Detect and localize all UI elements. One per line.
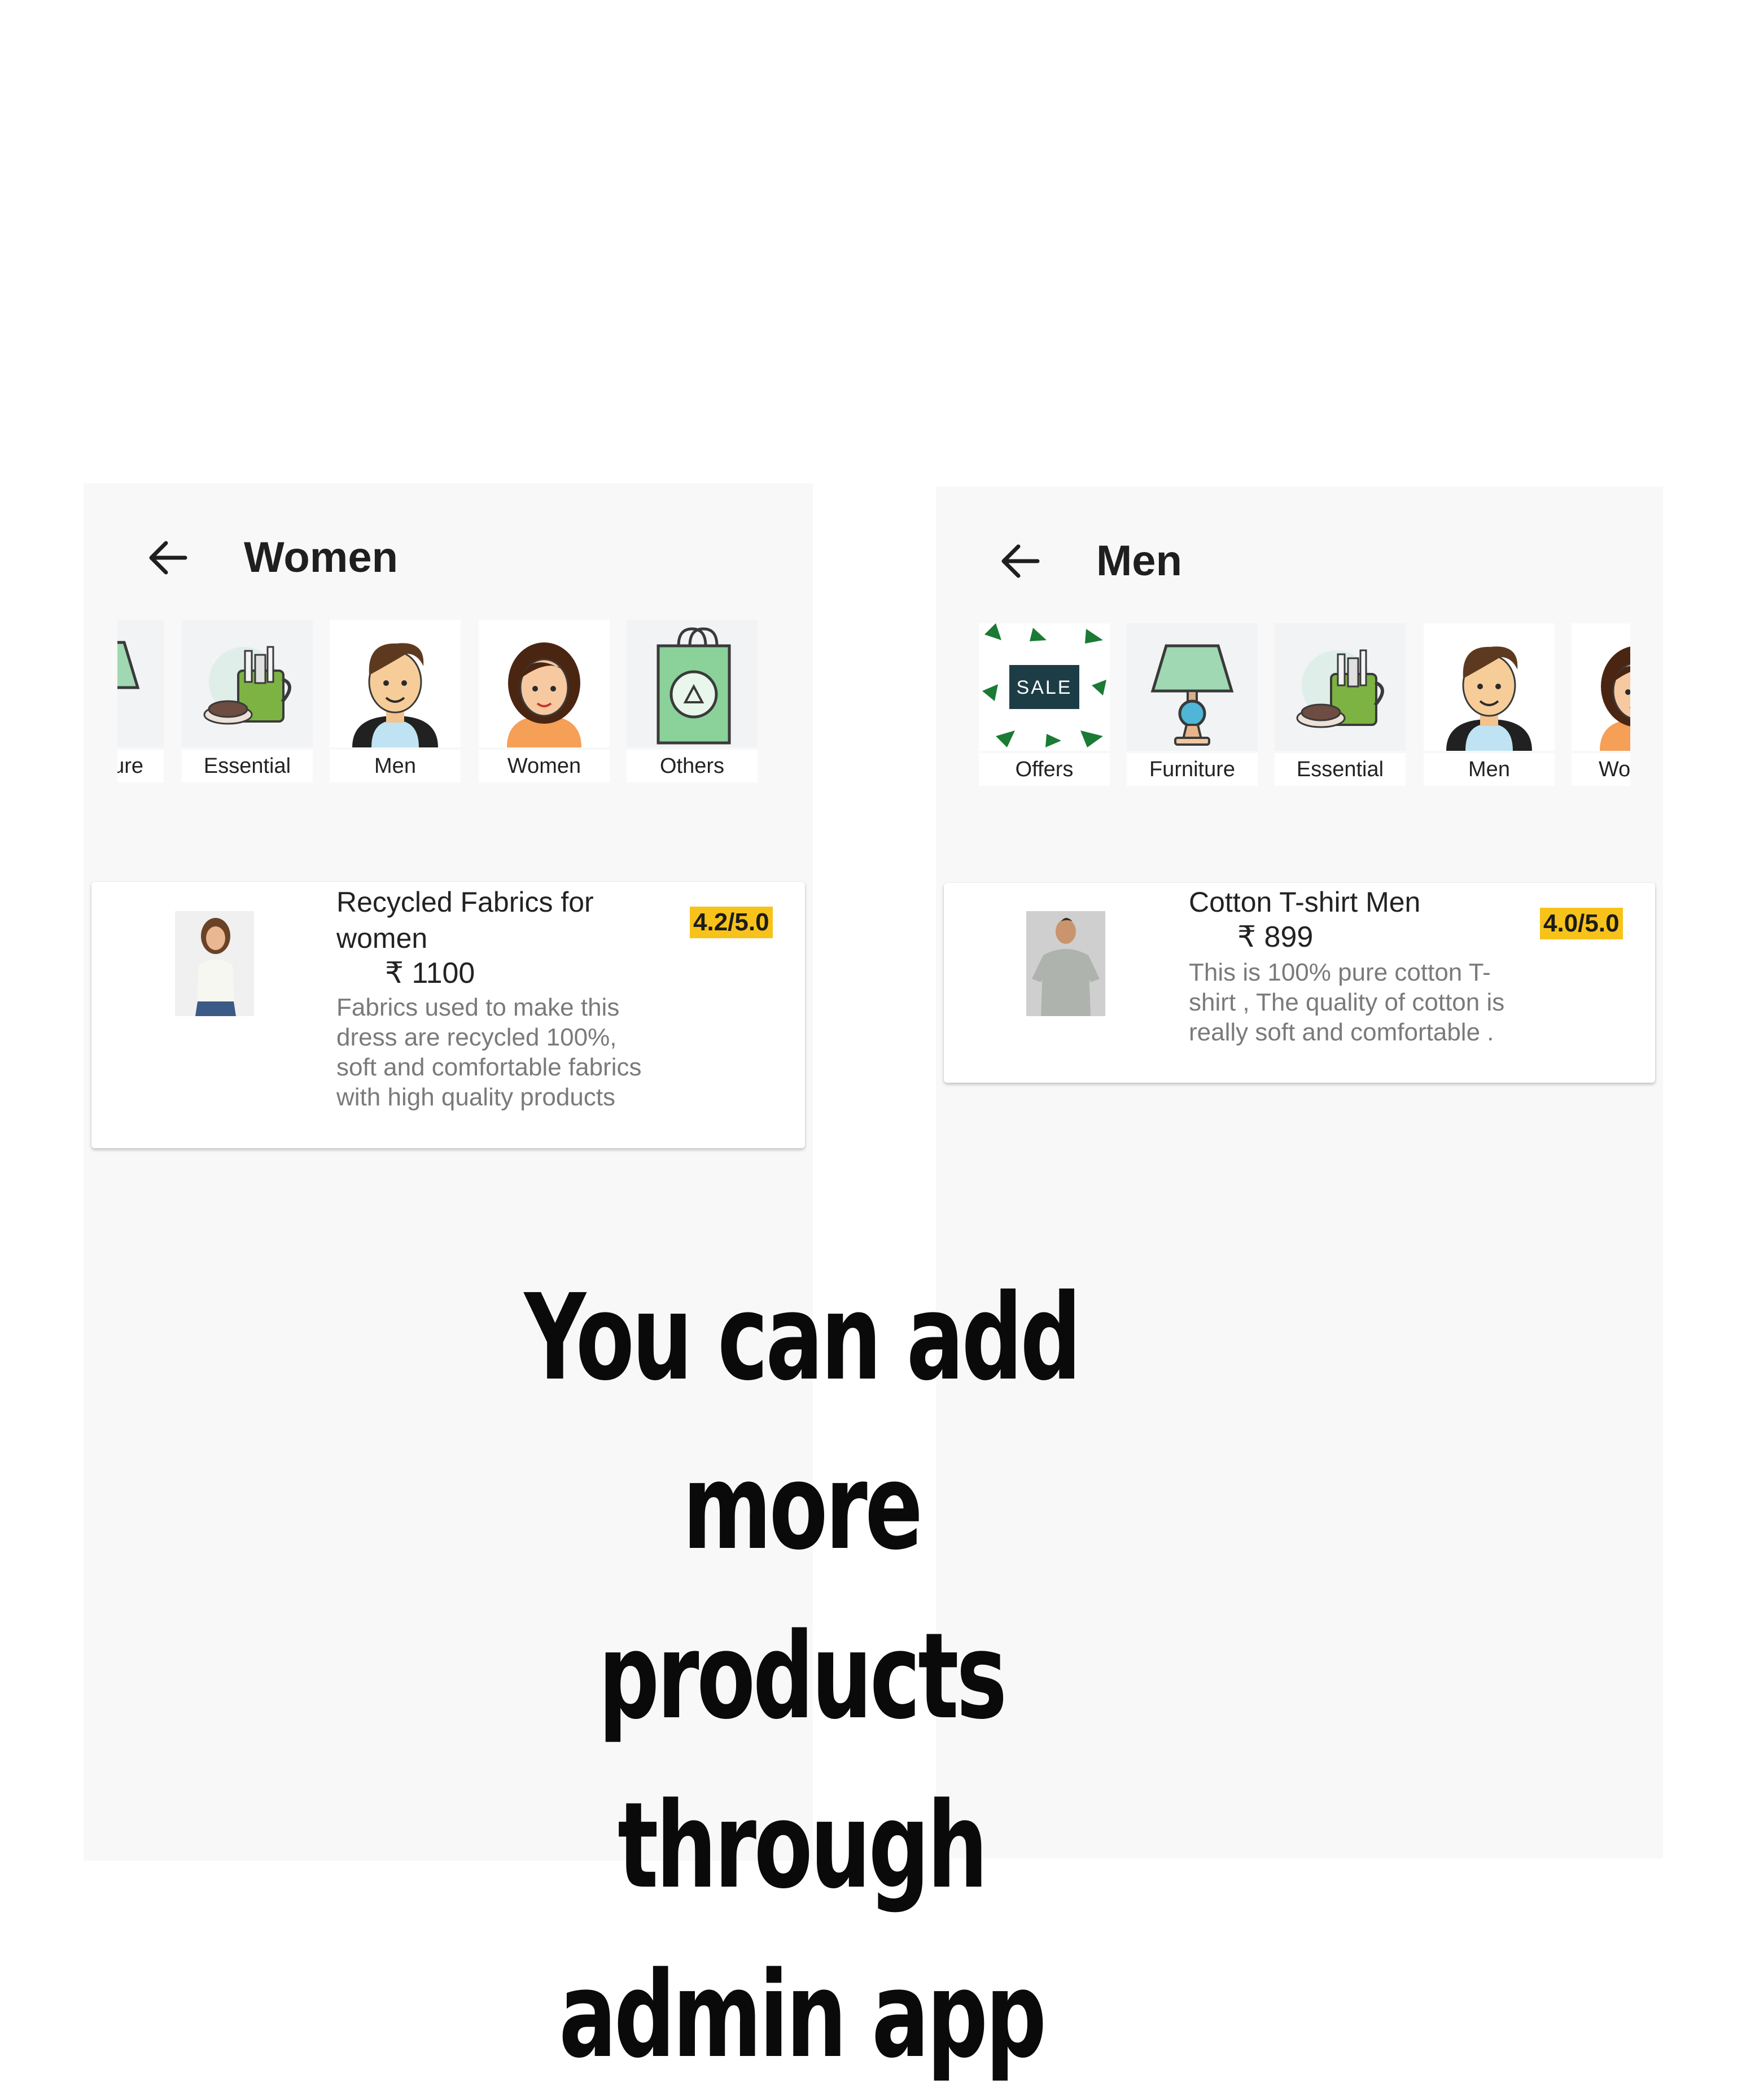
promo-caption: You can add more products through admin … (403, 1253, 1200, 2100)
category-item-furniture[interactable]: Furniture (1127, 623, 1258, 793)
man-avatar-icon (351, 642, 439, 747)
toiletries-mug-icon (1275, 623, 1406, 751)
category-label: Essential (1275, 753, 1406, 786)
page-title: Women (244, 533, 399, 581)
product-description: Fabrics used to make this dress are recy… (336, 994, 642, 1111)
caption-line: You can add more (524, 1268, 1082, 1576)
category-label: Men (330, 750, 461, 782)
category-label: Women (479, 750, 610, 782)
category-item-furniture[interactable]: ture (117, 620, 164, 789)
man-avatar-icon (1445, 645, 1533, 751)
product-image (1026, 911, 1105, 1016)
category-item-essential[interactable]: Essential (182, 620, 313, 789)
category-strip[interactable]: Offers Furniture Essential Men Wo (979, 623, 1630, 793)
product-description: This is 100% pure cotton T-shirt , The q… (1189, 959, 1505, 1046)
product-price: ₹ 1100 (385, 957, 475, 990)
page-title: Men (1096, 537, 1182, 585)
category-item-men[interactable]: Men (1424, 623, 1555, 793)
product-card[interactable]: Cotton T-shirt Men ₹ 899 This is 100% pu… (944, 883, 1655, 1083)
product-card[interactable]: Recycled Fabrics for women ₹ 1100 Fabric… (91, 882, 805, 1148)
category-label: Furniture (1127, 753, 1258, 786)
caption-line: products through (598, 1607, 1007, 1915)
toiletries-mug-icon (182, 620, 313, 747)
category-strip[interactable]: ture Essential Men Women Others (117, 620, 781, 789)
product-name: Recycled Fabrics for women (336, 886, 594, 954)
rating-badge: 4.0/5.0 (1540, 908, 1623, 939)
caption-line: admin app (559, 1946, 1047, 2084)
app-bar: Women (84, 483, 813, 624)
woman-avatar-icon (506, 641, 583, 747)
category-item-essential[interactable]: Essential (1275, 623, 1406, 793)
app-bar: Men (936, 487, 1663, 628)
lamp-icon (1127, 623, 1258, 751)
category-item-offers[interactable]: Offers (979, 623, 1110, 793)
category-item-others[interactable]: Others (627, 620, 758, 789)
sale-icon (979, 623, 1110, 751)
man-tshirt-photo (1026, 911, 1105, 1016)
back-arrow-icon[interactable] (146, 535, 191, 580)
category-item-women[interactable]: Women (479, 620, 610, 789)
category-item-men[interactable]: Men (330, 620, 461, 789)
lamp-icon (117, 620, 164, 747)
category-label: ture (117, 750, 164, 782)
category-label: Men (1424, 753, 1555, 786)
category-label: Wo (1572, 753, 1630, 786)
category-label: Essential (182, 750, 313, 782)
rating-badge: 4.2/5.0 (690, 907, 773, 938)
product-name: Cotton T-shirt Men (1189, 886, 1421, 918)
product-price: ₹ 899 (1237, 921, 1314, 953)
category-item-women[interactable]: Wo (1572, 623, 1630, 793)
woman-avatar-icon (1599, 645, 1630, 751)
recycle-bag-icon (627, 620, 758, 747)
category-label: Others (627, 750, 758, 782)
woman-model-photo (175, 911, 254, 1016)
product-image (175, 911, 254, 1016)
category-label: Offers (979, 753, 1110, 786)
back-arrow-icon[interactable] (998, 539, 1043, 584)
